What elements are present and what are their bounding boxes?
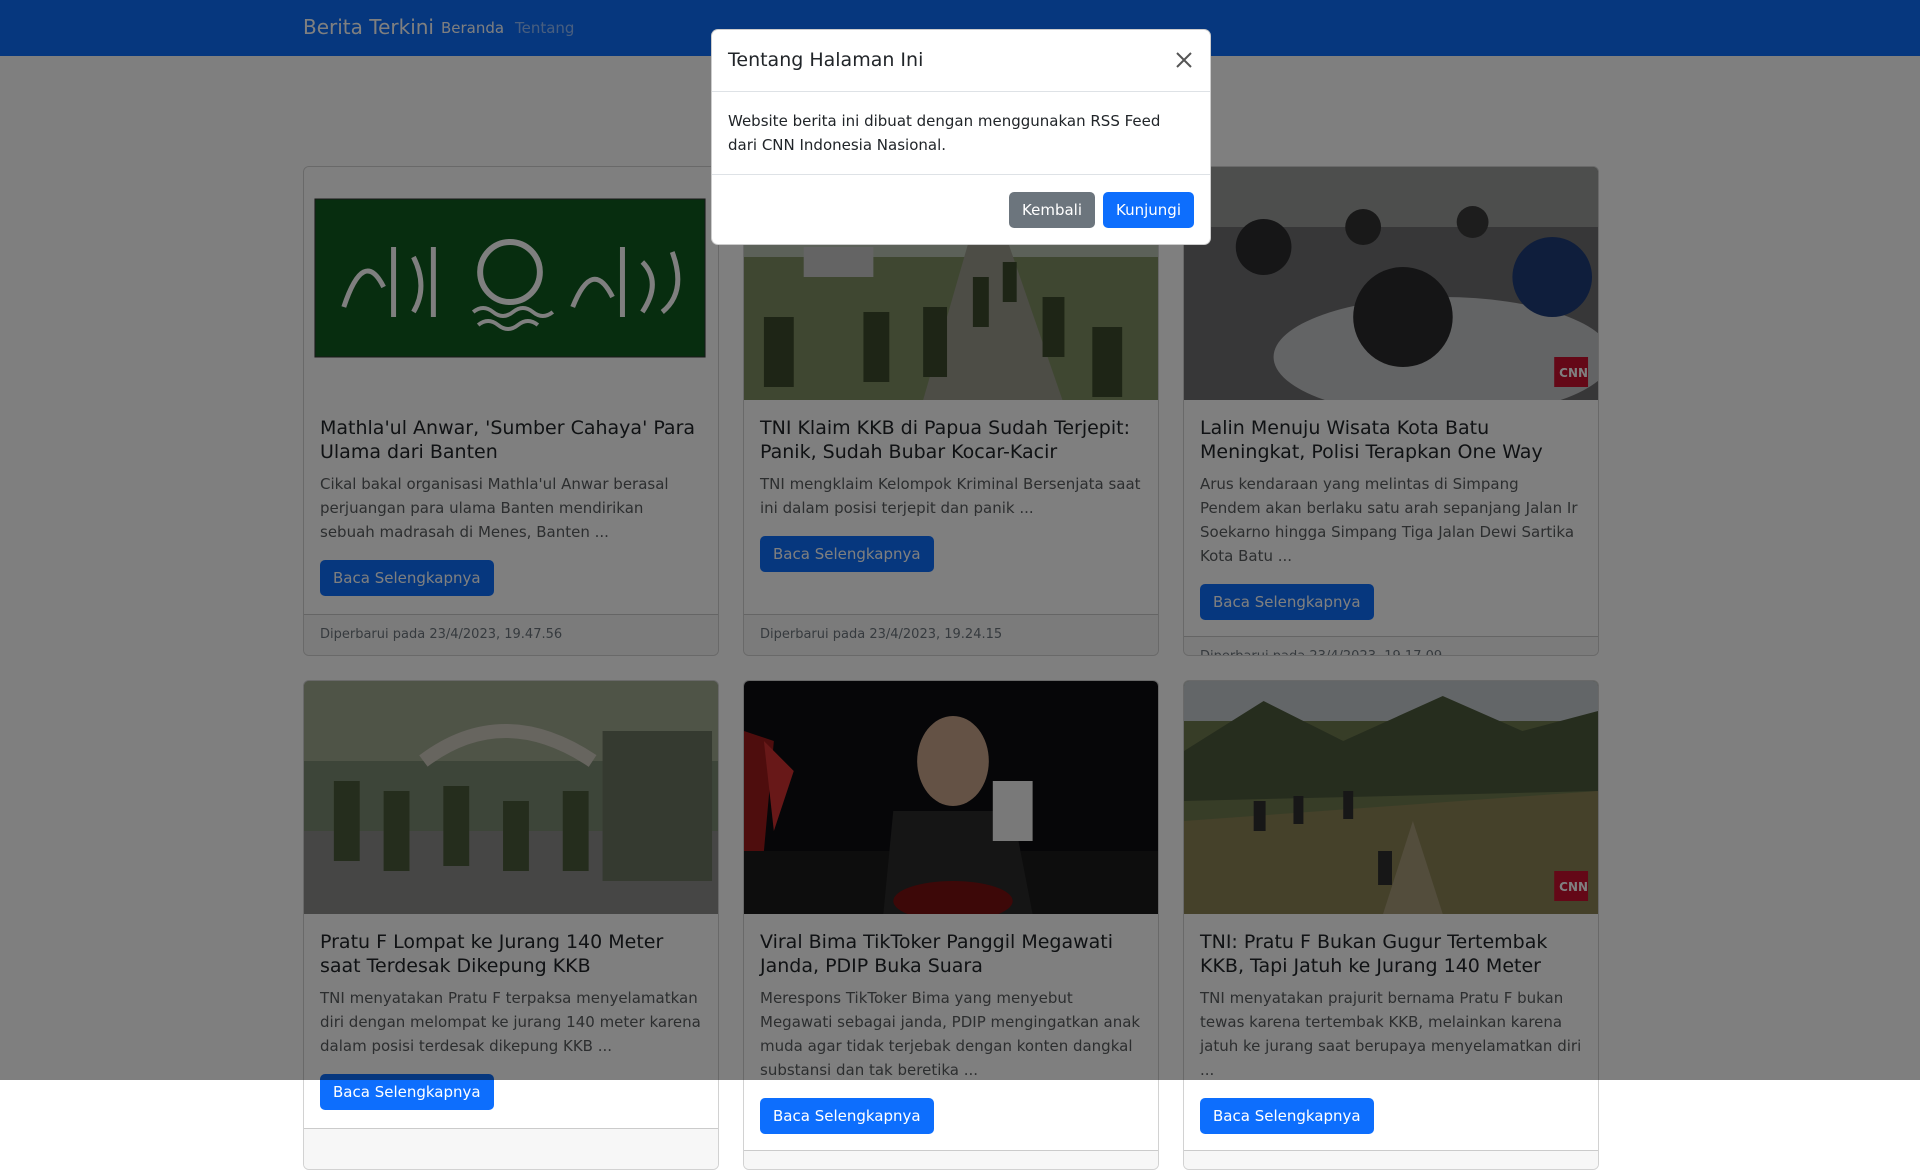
- about-modal: Tentang Halaman Ini Website berita ini d…: [711, 29, 1211, 245]
- read-more-button[interactable]: Baca Selengkapnya: [760, 1098, 934, 1134]
- modal-title: Tentang Halaman Ini: [728, 49, 924, 71]
- modal-body: Website berita ini dibuat dengan menggun…: [712, 92, 1210, 175]
- close-icon[interactable]: [1172, 48, 1196, 72]
- card-updated-time: [304, 1128, 718, 1169]
- read-more-button[interactable]: Baca Selengkapnya: [1200, 1098, 1374, 1134]
- card-updated-time: [744, 1150, 1158, 1169]
- card-updated-time: [1184, 1150, 1598, 1169]
- back-button[interactable]: Kembali: [1009, 192, 1096, 228]
- modal-header: Tentang Halaman Ini: [712, 30, 1210, 92]
- modal-footer: Kembali Kunjungi: [1009, 192, 1194, 228]
- visit-button[interactable]: Kunjungi: [1103, 192, 1194, 228]
